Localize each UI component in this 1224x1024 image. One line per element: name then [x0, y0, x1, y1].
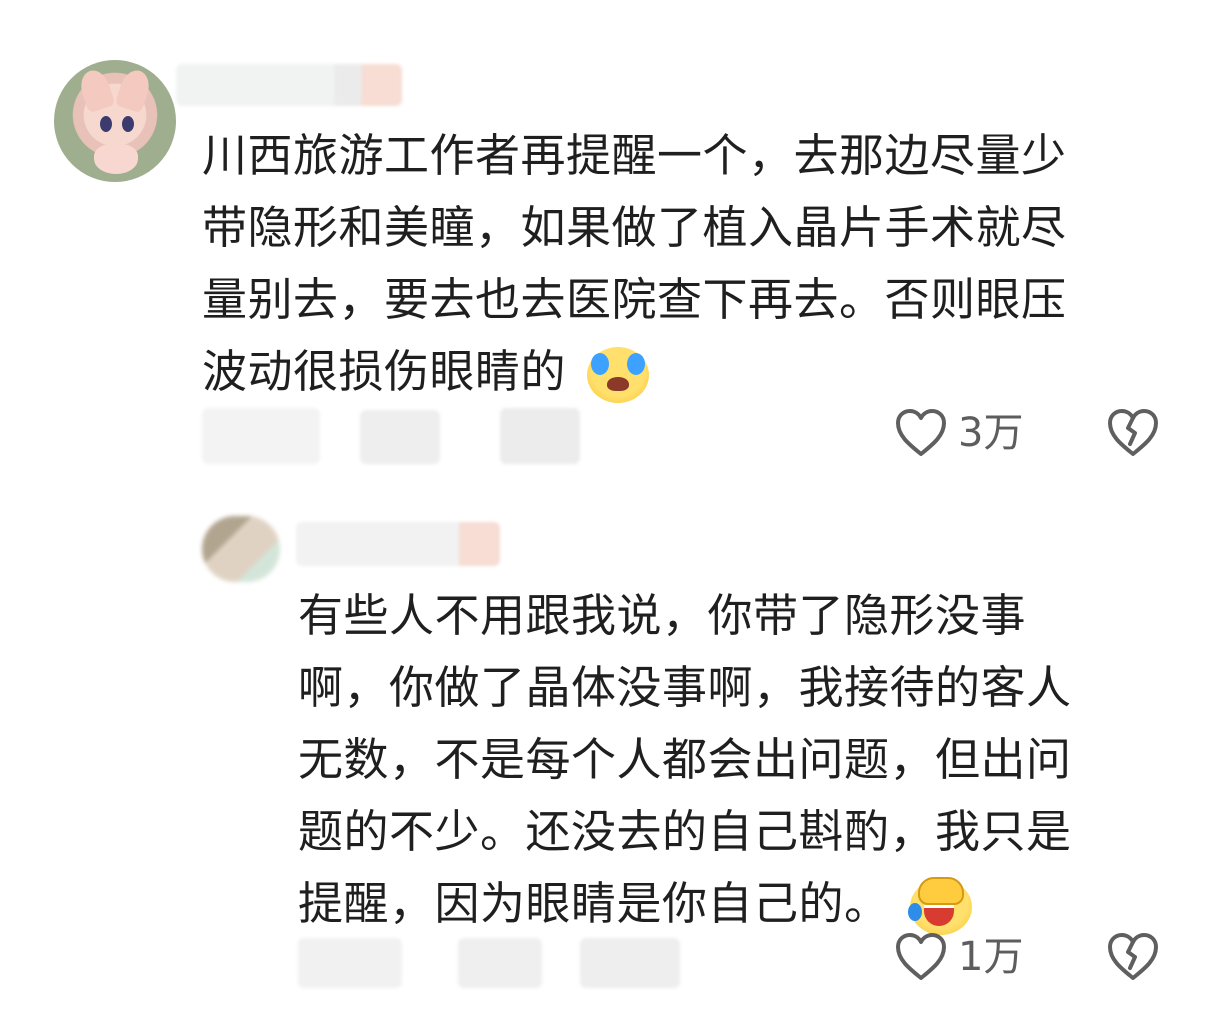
comment-text: 川西旅游工作者再提醒一个，去那边尽量少 带隐形和美瞳，如果做了植入晶片手术就尽 …	[202, 120, 1172, 408]
avatar-ear-left	[76, 66, 116, 114]
reply-line: 提醒，因为眼睛是你自己的。	[298, 868, 1168, 940]
dislike-button[interactable]	[1106, 408, 1160, 458]
crying-tears-emoji-icon	[583, 343, 653, 407]
reply-line: 题的不少。还没去的自己斟酌，我只是	[298, 805, 1072, 858]
like-button[interactable]: 1万	[894, 932, 1023, 982]
emoji-tear-right	[626, 353, 645, 375]
broken-heart-icon	[1106, 408, 1160, 458]
meta-redacted	[202, 408, 320, 464]
meta-redacted	[298, 938, 402, 988]
comment-line: 波动很损伤眼睛的	[202, 336, 1172, 408]
avatar[interactable]	[54, 60, 176, 182]
emoji-mouth	[606, 377, 629, 391]
comment-line-text: 波动很损伤眼睛的	[202, 345, 567, 398]
reply-line: 无数，不是每个人都会出问题，但出问	[298, 733, 1072, 786]
reply-text: 有些人不用跟我说，你带了隐形没事 啊，你做了晶体没事啊，我接待的客人 无数，不是…	[298, 580, 1168, 940]
comment-line: 量别去，要去也去医院查下再去。否则眼压	[202, 273, 1067, 326]
meta-redacted	[360, 410, 440, 464]
meta-redacted	[458, 938, 542, 988]
reply-line: 有些人不用跟我说，你带了隐形没事	[298, 589, 1027, 642]
heart-outline-icon	[894, 408, 948, 458]
avatar-eye-left	[100, 116, 112, 132]
emoji-tear-left	[590, 353, 609, 375]
heart-outline-icon	[894, 932, 948, 982]
like-button[interactable]: 3万	[894, 408, 1023, 458]
like-count: 1万	[958, 934, 1024, 980]
avatar[interactable]	[202, 516, 280, 582]
meta-redacted	[580, 938, 680, 988]
username-redacted	[296, 522, 500, 566]
facepalm-laughing-emoji-icon	[906, 875, 976, 939]
comment-line: 川西旅游工作者再提醒一个，去那边尽量少	[202, 129, 1067, 182]
username-redacted	[176, 64, 402, 106]
broken-heart-icon	[1106, 932, 1160, 982]
emoji-hand	[918, 877, 965, 905]
reply-line: 啊，你做了晶体没事啊，我接待的客人	[298, 661, 1072, 714]
avatar-paw	[94, 144, 138, 174]
reply-line-text: 提醒，因为眼睛是你自己的。	[298, 877, 890, 930]
avatar-ear-right	[114, 66, 154, 114]
dislike-button[interactable]	[1106, 932, 1160, 982]
like-count: 3万	[958, 410, 1024, 456]
meta-redacted	[500, 408, 580, 464]
avatar-eye-right	[122, 116, 134, 132]
comment-line: 带隐形和美瞳，如果做了植入晶片手术就尽	[202, 201, 1067, 254]
